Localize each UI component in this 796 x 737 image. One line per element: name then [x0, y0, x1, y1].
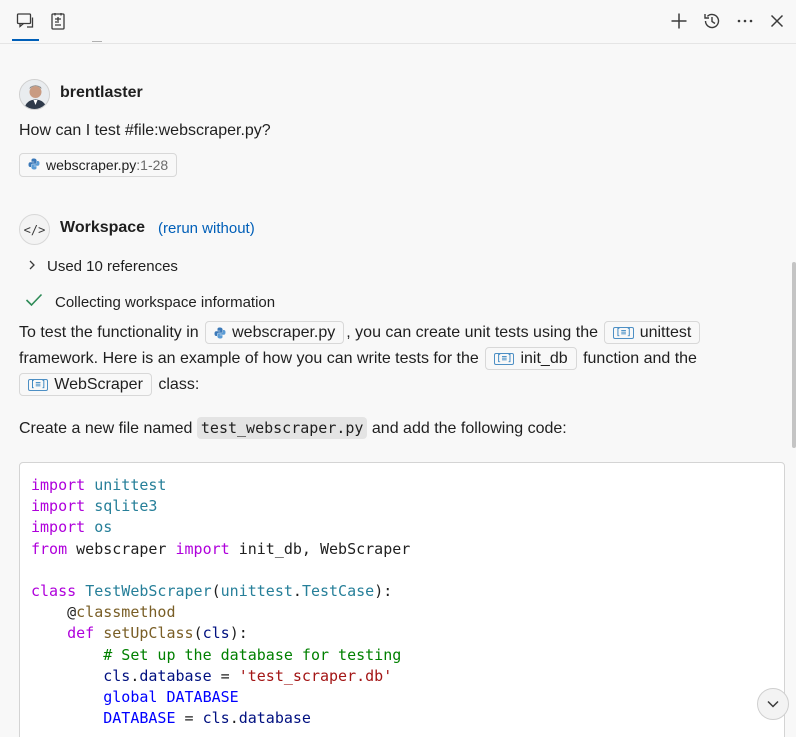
- variable-icon: [≡]: [613, 326, 634, 339]
- symbol-reference-chip[interactable]: [≡] init_db: [485, 347, 577, 371]
- para-text: function and the: [583, 350, 697, 367]
- check-icon: [25, 293, 43, 311]
- para-text: Create a new file named: [19, 420, 193, 437]
- code-block[interactable]: import unittest import sqlite3 import os…: [19, 462, 785, 737]
- progress-item: Collecting workspace information: [25, 293, 275, 311]
- para-text: class:: [158, 376, 200, 393]
- symbol-reference-chip[interactable]: [≡] unittest: [604, 321, 701, 345]
- python-file-icon: [28, 157, 40, 173]
- chat-transcript: brentlaster How can I test #file:webscra…: [0, 44, 796, 737]
- references-label: Used 10 references: [47, 258, 178, 275]
- chip-label: webscraper.py: [232, 323, 336, 341]
- para-text: To test the functionality in: [19, 324, 199, 341]
- para-text: , you can create unit tests using the: [346, 324, 598, 341]
- variable-icon: [≡]: [28, 378, 49, 391]
- active-tab-indicator: [12, 39, 39, 41]
- user-question: How can I test #file:webscraper.py?: [19, 122, 271, 139]
- code-icon: </>: [19, 214, 50, 245]
- code-content: import unittest import sqlite3 import os…: [31, 476, 411, 728]
- tab-divider: [92, 41, 102, 42]
- more-icon[interactable]: [731, 7, 759, 35]
- variable-icon: [≡]: [494, 352, 515, 365]
- progress-label: Collecting workspace information: [55, 293, 276, 311]
- history-icon[interactable]: [698, 7, 726, 35]
- response-paragraph: To test the functionality in webscraper.…: [19, 320, 779, 398]
- chat-toolbar: [0, 0, 796, 44]
- response-paragraph: Create a new file named test_webscraper.…: [19, 415, 779, 442]
- chevron-down-icon: [767, 700, 779, 708]
- chip-label: unittest: [639, 323, 692, 341]
- chip-label: WebScraper: [54, 375, 143, 393]
- notes-icon[interactable]: [44, 7, 72, 35]
- para-text: and add the following code:: [371, 420, 567, 437]
- chat-icon[interactable]: [11, 7, 39, 35]
- plus-icon[interactable]: [665, 7, 693, 35]
- attachment-chip[interactable]: webscraper.py:1-28: [19, 153, 178, 177]
- scrollbar-thumb[interactable]: [792, 262, 796, 448]
- references-toggle[interactable]: Used 10 references: [27, 258, 178, 275]
- symbol-reference-chip[interactable]: [≡] WebScraper: [19, 373, 152, 397]
- rerun-link[interactable]: (rerun without): [158, 220, 255, 237]
- username: brentlaster: [60, 84, 143, 101]
- chip-label: init_db: [520, 349, 568, 367]
- agent-name: Workspace: [60, 219, 146, 236]
- chevron-right-icon: [27, 258, 37, 275]
- close-icon[interactable]: [763, 7, 791, 35]
- para-text: framework. Here is an example of how you…: [19, 350, 479, 367]
- inline-code-filename: test_webscraper.py: [196, 417, 368, 439]
- scroll-down-button[interactable]: [757, 688, 789, 720]
- file-reference-chip[interactable]: webscraper.py: [205, 321, 345, 345]
- attachment-filename: webscraper.py: [46, 157, 137, 173]
- avatar: [19, 79, 50, 110]
- python-file-icon: [214, 327, 226, 339]
- attachment-range: :1-28: [136, 157, 169, 173]
